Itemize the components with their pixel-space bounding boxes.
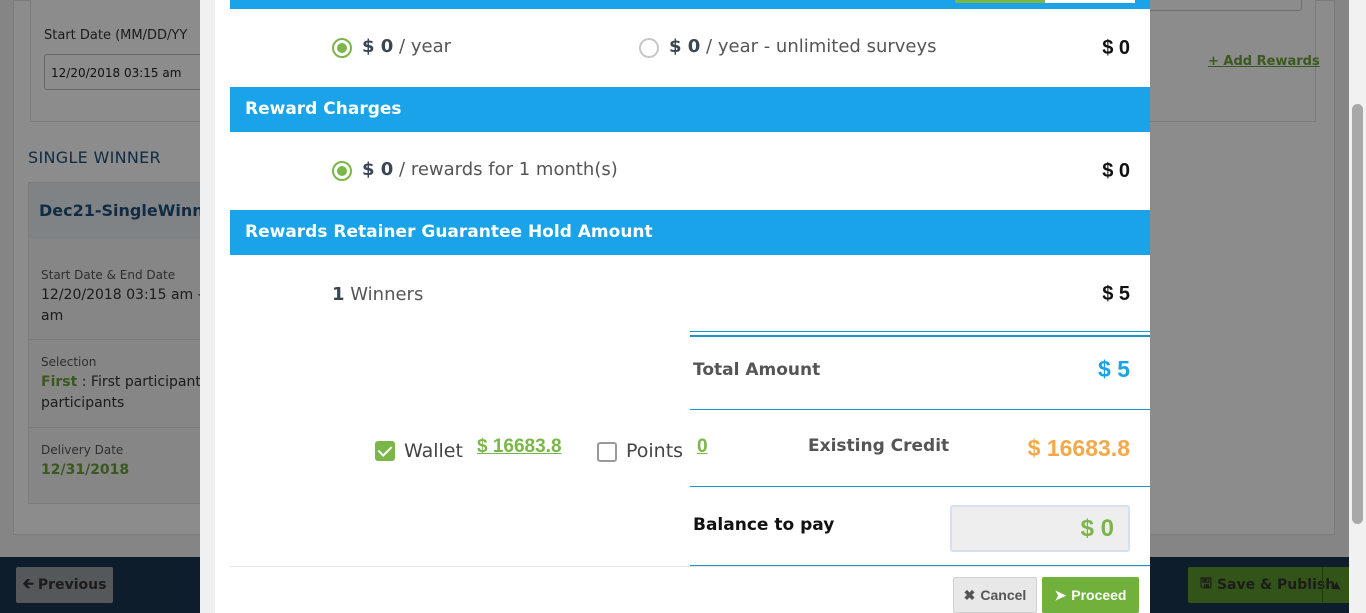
wallet-balance-link[interactable]: $ 16683.8: [477, 436, 562, 458]
plan-unlimited-radio[interactable]: [639, 38, 659, 58]
plan-tab[interactable]: [1045, 0, 1135, 3]
plan-tab-active[interactable]: [955, 0, 1045, 3]
close-icon: ✖: [963, 586, 976, 603]
paper-plane-icon: ➤: [1054, 586, 1067, 603]
total-amount-value: $ 5: [1098, 356, 1130, 382]
plan-unlimited-option[interactable]: $ 0 / year - unlimited surveys: [669, 36, 937, 57]
plan-year-option[interactable]: $ 0 / year: [362, 36, 451, 57]
proceed-button[interactable]: ➤ Proceed: [1042, 577, 1139, 613]
plan-year-radio[interactable]: [332, 38, 352, 58]
modal-footer-divider: [230, 566, 1150, 567]
retainer-price: $ 5: [1102, 283, 1130, 305]
retainer-header: Rewards Retainer Guarantee Hold Amount: [230, 210, 1150, 255]
points-balance-link[interactable]: 0: [697, 436, 708, 458]
reward-charges-option[interactable]: $ 0 / rewards for 1 month(s): [362, 159, 618, 180]
divider: [690, 331, 1150, 332]
balance-to-pay-field: $ 0: [950, 505, 1130, 552]
scrollbar-thumb[interactable]: [1352, 104, 1363, 524]
wallet-checkbox[interactable]: [375, 441, 395, 461]
balance-to-pay-label: Balance to pay: [693, 515, 835, 535]
points-label: Points: [626, 440, 684, 462]
reward-charges-price: $ 0: [1102, 160, 1130, 182]
existing-credit-value: $ 16683.8: [1027, 435, 1130, 461]
reward-charges-radio[interactable]: [332, 161, 352, 181]
existing-credit-label: Existing Credit: [808, 436, 950, 456]
points-checkbox[interactable]: [597, 442, 617, 462]
plan-price: $ 0: [1102, 37, 1130, 59]
divider: [690, 335, 1150, 337]
wallet-label: Wallet: [404, 440, 463, 462]
divider: [690, 409, 1150, 410]
payment-modal: $ 0 / year $ 0 / year - unlimited survey…: [200, 0, 1150, 613]
reward-charges-header: Reward Charges: [230, 87, 1150, 132]
total-amount-label: Total Amount: [693, 360, 821, 380]
winners-count: 1 Winners: [332, 284, 424, 305]
modal-content: $ 0 / year $ 0 / year - unlimited survey…: [230, 0, 1150, 613]
cancel-button[interactable]: ✖ Cancel: [953, 577, 1037, 613]
divider: [690, 486, 1150, 487]
